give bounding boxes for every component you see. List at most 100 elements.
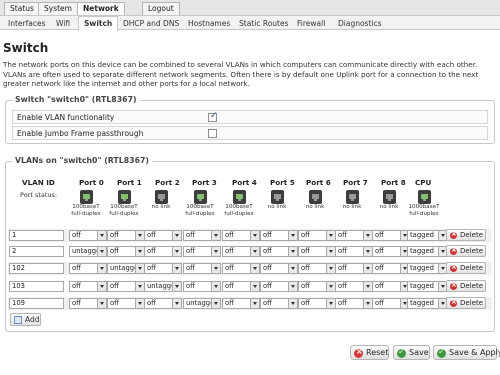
chevron-down-icon — [211, 264, 220, 273]
tab-hostnames[interactable]: Hostnames — [183, 17, 235, 30]
port-4-select[interactable]: off — [222, 281, 260, 292]
save-apply-button[interactable]: Save & Apply — [433, 345, 500, 360]
port-5-select[interactable]: off — [260, 281, 298, 292]
tab-wifi[interactable]: Wifi — [51, 17, 75, 30]
tab-interfaces[interactable]: Interfaces — [3, 17, 51, 30]
top-nav-status[interactable]: Status — [4, 2, 40, 15]
port-1-select[interactable]: off — [107, 230, 145, 241]
port-3-select[interactable]: off — [183, 281, 221, 292]
port-0-select[interactable]: off — [69, 281, 107, 292]
top-nav-network[interactable]: Network — [77, 2, 125, 15]
port-4-select[interactable]: off — [222, 230, 260, 241]
tab-dhcp-and-dns[interactable]: DHCP and DNS — [118, 17, 184, 30]
delete-vlan-button[interactable]: Delete — [446, 297, 486, 309]
select-value: off — [338, 231, 347, 239]
port-6-select[interactable]: off — [298, 246, 336, 257]
select-value: off — [110, 247, 119, 255]
add-label: Add — [25, 315, 40, 324]
port-status-text: 100baseT — [110, 204, 138, 210]
vlan-id-input[interactable]: 109 — [9, 298, 64, 309]
port-8-select[interactable]: off — [372, 230, 410, 241]
port-4-select[interactable]: off — [222, 263, 260, 274]
cpu-port-select[interactable]: tagged — [407, 263, 448, 274]
save-button[interactable]: Save — [393, 345, 430, 360]
port-1-select[interactable]: off — [107, 298, 145, 309]
delete-vlan-button[interactable]: Delete — [446, 262, 486, 274]
port-6-select[interactable]: off — [298, 281, 336, 292]
port-3-select[interactable]: off — [183, 230, 221, 241]
save-label: Save — [409, 348, 429, 357]
port-1-select[interactable]: off — [107, 246, 145, 257]
port-3-select[interactable]: off — [183, 263, 221, 274]
port-4-status: 100baseT full-duplex — [220, 190, 258, 218]
port-6-select[interactable]: off — [298, 230, 336, 241]
chevron-down-icon — [326, 299, 335, 308]
port-8-select[interactable]: off — [372, 246, 410, 257]
cpu-port-select[interactable]: tagged — [407, 230, 448, 241]
tab-firewall[interactable]: Firewall — [292, 17, 330, 30]
ethernet-port-disconnected-icon — [154, 190, 168, 204]
checkmark-icon: ✓ — [210, 111, 218, 121]
port-2-select[interactable]: off — [144, 230, 182, 241]
port-7-select[interactable]: off — [335, 298, 373, 309]
port-5-select[interactable]: off — [260, 230, 298, 241]
select-value: off — [186, 231, 195, 239]
delete-vlan-button[interactable]: Delete — [446, 280, 486, 292]
port-6-select[interactable]: off — [298, 298, 336, 309]
port-8-select[interactable]: off — [372, 263, 410, 274]
port-5-select[interactable]: off — [260, 263, 298, 274]
top-nav-logout[interactable]: Logout — [142, 2, 180, 15]
port-5-select[interactable]: off — [260, 246, 298, 257]
reset-button[interactable]: Reset — [350, 345, 389, 360]
jumbo-frame-checkbox[interactable] — [208, 129, 217, 138]
port-1-select[interactable]: untagged — [107, 263, 145, 274]
top-nav-system[interactable]: System — [38, 2, 78, 15]
port-2-select[interactable]: off — [144, 298, 182, 309]
port-7-select[interactable]: off — [335, 263, 373, 274]
vlan-id-input[interactable]: 1 — [9, 230, 64, 241]
tab-static-routes[interactable]: Static Routes — [234, 17, 294, 30]
delete-vlan-button[interactable]: Delete — [446, 229, 486, 241]
chevron-down-icon — [326, 231, 335, 240]
port-7-select[interactable]: off — [335, 281, 373, 292]
cpu-port-select[interactable]: tagged — [407, 298, 448, 309]
port-9-status: 1000baseT full-duplex — [405, 190, 443, 218]
port-3-select[interactable]: untagged — [183, 298, 221, 309]
vlan-functionality-checkbox[interactable]: ✓ — [208, 111, 218, 122]
select-value: off — [225, 264, 234, 272]
port-4-select[interactable]: off — [222, 298, 260, 309]
port-5-select[interactable]: off — [260, 298, 298, 309]
port-2-select[interactable]: off — [144, 246, 182, 257]
chevron-down-icon — [288, 264, 297, 273]
tab-diagnostics[interactable]: Diagnostics — [333, 17, 387, 30]
add-vlan-button[interactable]: Add — [10, 313, 41, 326]
port-2-select[interactable]: untagged — [144, 281, 182, 292]
delete-vlan-button[interactable]: Delete — [446, 245, 486, 257]
port-7-select[interactable]: off — [335, 230, 373, 241]
port-8-select[interactable]: off — [372, 298, 410, 309]
port-7-select[interactable]: off — [335, 246, 373, 257]
ethernet-port-connected-icon — [117, 190, 131, 204]
vlan-id-input[interactable]: 102 — [9, 263, 64, 274]
port-0-select[interactable]: off — [69, 230, 107, 241]
vlan-id-input[interactable]: 103 — [9, 281, 64, 292]
port-0-select[interactable]: off — [69, 298, 107, 309]
port-2-select[interactable]: off — [144, 263, 182, 274]
delete-icon — [450, 262, 457, 272]
cpu-port-select[interactable]: tagged — [407, 246, 448, 257]
tab-switch[interactable]: Switch — [78, 16, 119, 31]
port-6-select[interactable]: off — [298, 263, 336, 274]
port-0-select[interactable]: untagged — [69, 246, 107, 257]
delete-icon — [450, 280, 457, 290]
port-3-select[interactable]: off — [183, 246, 221, 257]
vlan-id-input[interactable]: 2 — [9, 246, 64, 257]
port-4-select[interactable]: off — [222, 246, 260, 257]
select-value: off — [375, 247, 384, 255]
delete-label: Delete — [460, 282, 483, 290]
cpu-port-select[interactable]: tagged — [407, 281, 448, 292]
vlan-row: 102 off untagged off off off off off off off tagge… — [8, 262, 492, 275]
port-0-select[interactable]: off — [69, 263, 107, 274]
port-8-select[interactable]: off — [372, 281, 410, 292]
port-1-select[interactable]: off — [107, 281, 145, 292]
port-status-text: 100baseT — [72, 204, 100, 210]
